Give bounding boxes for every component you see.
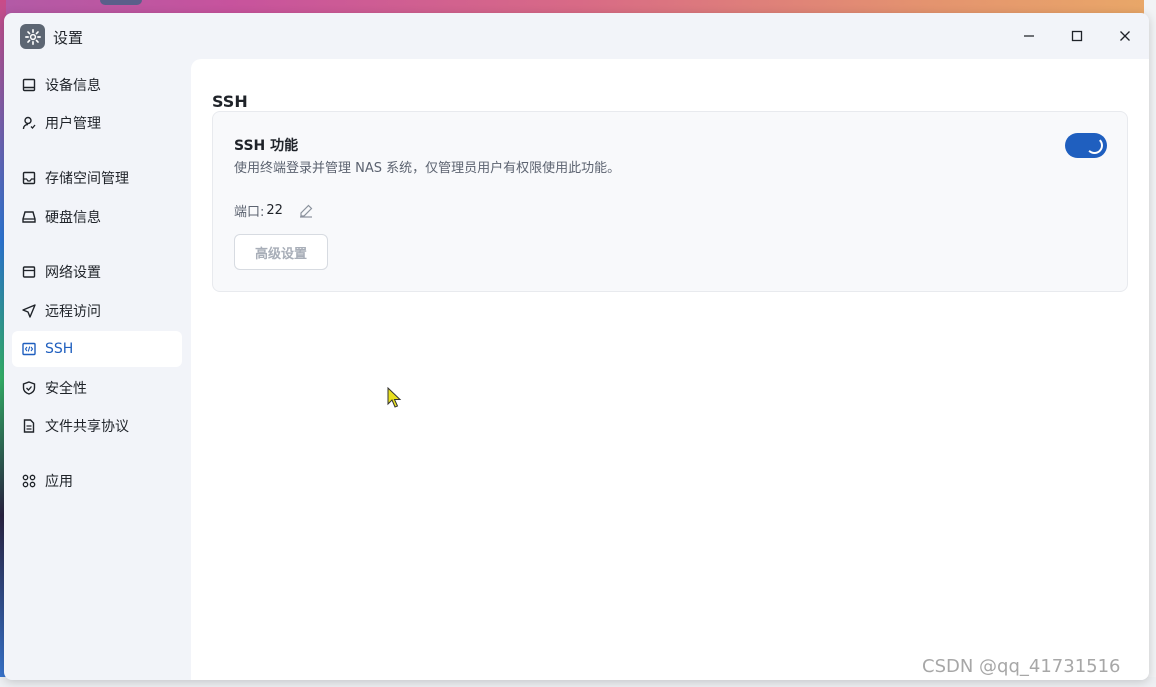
ssh-feature-title: SSH 功能 bbox=[234, 138, 299, 154]
edit-icon[interactable] bbox=[299, 204, 313, 218]
title-bar[interactable]: 设置 bbox=[4, 13, 1149, 59]
sidebar-item-label: 应用 bbox=[45, 474, 73, 490]
sidebar-item-label: 安全性 bbox=[45, 381, 87, 397]
ssh-settings-card: SSH 功能 使用终端登录并管理 NAS 系统，仅管理员用户有权限使用此功能。 … bbox=[212, 111, 1128, 292]
ssh-toggle[interactable] bbox=[1065, 133, 1107, 158]
watermark: CSDN @qq_41731516 bbox=[922, 656, 1121, 677]
sidebar-item-disk-info[interactable]: 硬盘信息 bbox=[12, 199, 182, 235]
monitor-icon bbox=[21, 77, 37, 93]
port-label: 端口: bbox=[234, 205, 265, 220]
sidebar-item-user-management[interactable]: 用户管理 bbox=[12, 105, 182, 141]
page-title: SSH bbox=[212, 92, 248, 111]
sidebar-item-label: 用户管理 bbox=[45, 116, 101, 132]
window-title: 设置 bbox=[53, 29, 84, 47]
maximize-button[interactable] bbox=[1062, 21, 1092, 51]
close-button[interactable] bbox=[1110, 21, 1140, 51]
sidebar-item-label: 硬盘信息 bbox=[45, 210, 101, 226]
sidebar-item-label: 设备信息 bbox=[45, 78, 101, 94]
shield-icon bbox=[21, 380, 37, 396]
sidebar-item-label: SSH bbox=[45, 341, 74, 357]
sidebar-item-file-sharing[interactable]: 文件共享协议 bbox=[12, 408, 182, 444]
sidebar-item-storage[interactable]: 存储空间管理 bbox=[12, 160, 182, 196]
sidebar-item-label: 存储空间管理 bbox=[45, 171, 129, 187]
file-icon bbox=[21, 418, 37, 434]
loading-spinner-icon bbox=[1086, 137, 1103, 154]
minimize-button[interactable] bbox=[1014, 21, 1044, 51]
settings-window: 设置 设备信息 用户管理 存储空间管理 硬盘信息 网络设置 远程访问 SSH 安… bbox=[4, 13, 1149, 680]
desktop-taskbar-item bbox=[100, 0, 142, 5]
settings-gear-icon bbox=[20, 24, 45, 49]
minimize-icon bbox=[1024, 35, 1034, 37]
mouse-cursor-icon bbox=[387, 387, 402, 408]
sidebar-item-remote-access[interactable]: 远程访问 bbox=[12, 293, 182, 329]
sidebar-item-apps[interactable]: 应用 bbox=[12, 463, 182, 499]
advanced-settings-button[interactable]: 高级设置 bbox=[234, 234, 328, 270]
sidebar-item-label: 远程访问 bbox=[45, 304, 101, 320]
sidebar-item-ssh[interactable]: SSH bbox=[12, 331, 182, 367]
sidebar: 设备信息 用户管理 存储空间管理 硬盘信息 网络设置 远程访问 SSH 安全性 … bbox=[4, 59, 190, 680]
main-content: SSH SSH 功能 使用终端登录并管理 NAS 系统，仅管理员用户有权限使用此… bbox=[191, 59, 1149, 680]
sidebar-item-device-info[interactable]: 设备信息 bbox=[12, 67, 182, 103]
sidebar-item-label: 网络设置 bbox=[45, 265, 101, 281]
storage-icon bbox=[21, 170, 37, 186]
code-icon bbox=[21, 341, 37, 357]
port-row: 端口: 22 bbox=[234, 201, 313, 220]
sidebar-item-label: 文件共享协议 bbox=[45, 419, 129, 435]
sidebar-item-network[interactable]: 网络设置 bbox=[12, 254, 182, 290]
user-icon bbox=[21, 115, 37, 131]
send-icon bbox=[21, 303, 37, 319]
maximize-icon bbox=[1071, 30, 1083, 42]
ssh-feature-description: 使用终端登录并管理 NAS 系统，仅管理员用户有权限使用此功能。 bbox=[234, 161, 621, 176]
sidebar-item-security[interactable]: 安全性 bbox=[12, 370, 182, 406]
close-icon bbox=[1120, 31, 1130, 41]
port-value: 22 bbox=[266, 203, 283, 218]
apps-icon bbox=[21, 473, 37, 489]
network-icon bbox=[21, 264, 37, 280]
disk-icon bbox=[21, 209, 37, 225]
